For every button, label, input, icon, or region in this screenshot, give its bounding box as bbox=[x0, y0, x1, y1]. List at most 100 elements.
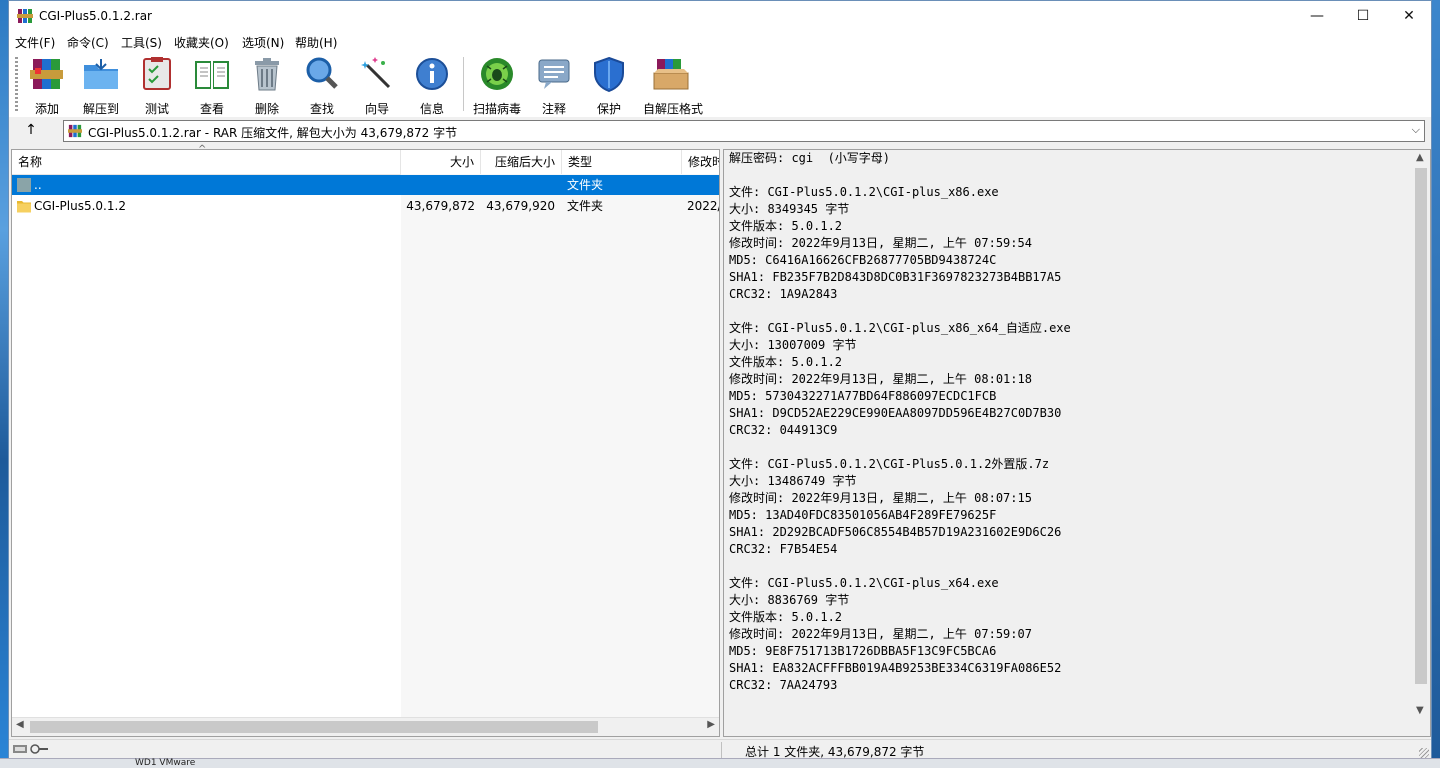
horizontal-scrollbar[interactable]: ◀ ▶ bbox=[12, 717, 719, 736]
info-label: 信息 bbox=[419, 102, 444, 116]
find-button[interactable]: 查找 bbox=[294, 55, 350, 116]
file-size: 43,679,872 bbox=[406, 199, 475, 213]
column-packed[interactable]: 压缩后大小 bbox=[481, 150, 562, 174]
add-button[interactable]: 添加 bbox=[19, 55, 75, 116]
column-name-label: 名称 bbox=[18, 155, 43, 169]
info-line: 文件: CGI-Plus5.0.1.2\CGI-Plus5.0.1.2外置版.7… bbox=[729, 457, 1050, 471]
file-list-pane: 名称 ^ 大小 压缩后大小 类型 修改时 .. 文件夹 CGI-Plus5.0.… bbox=[11, 144, 720, 737]
info-line: 文件版本: 5.0.1.2 bbox=[729, 219, 843, 233]
address-field[interactable]: CGI-Plus5.0.1.2.rar - RAR 压缩文件, 解包大小为 43… bbox=[63, 120, 1425, 142]
view-label: 查看 bbox=[199, 102, 224, 116]
file-type: 文件夹 bbox=[567, 199, 604, 213]
info-line: CRC32: 044913C9 bbox=[729, 423, 838, 437]
protect-button[interactable]: 保护 bbox=[581, 55, 637, 116]
delete-button[interactable]: 删除 bbox=[239, 55, 295, 116]
test-button[interactable]: 测试 bbox=[129, 55, 185, 116]
info-line: 解压密码: cgi (小写字母) bbox=[729, 151, 891, 165]
extract-folder-icon bbox=[84, 59, 118, 89]
comment-button[interactable]: 注释 bbox=[526, 55, 582, 116]
extract-to-button[interactable]: 解压到 bbox=[73, 55, 129, 116]
view-button[interactable]: 查看 bbox=[184, 55, 240, 116]
info-line: 修改时间: 2022年9月13日, 星期二, 上午 08:01:18 bbox=[729, 372, 1032, 386]
menu-file[interactable]: 文件(F) bbox=[15, 34, 55, 51]
column-modified[interactable]: 修改时 bbox=[682, 150, 719, 174]
scrollbar-thumb[interactable] bbox=[1415, 168, 1427, 684]
sfx-button[interactable]: 自解压格式 bbox=[643, 55, 703, 116]
menu-options[interactable]: 选项(N) bbox=[242, 34, 284, 51]
info-line: SHA1: D9CD52AE229CE990EAA8097DD596E4B27C… bbox=[729, 406, 1062, 420]
column-size[interactable]: 大小 bbox=[401, 150, 481, 174]
info-line: CRC32: 1A9A2843 bbox=[729, 287, 838, 301]
table-row[interactable]: CGI-Plus5.0.1.2 43,679,872 43,679,920 文件… bbox=[12, 196, 719, 216]
scan-virus-button[interactable]: 扫描病毒 bbox=[469, 55, 525, 116]
table-row[interactable]: .. 文件夹 bbox=[12, 175, 719, 195]
sfx-label: 自解压格式 bbox=[643, 102, 704, 116]
maximize-button[interactable]: ☐ bbox=[1340, 1, 1386, 31]
test-label: 测试 bbox=[144, 102, 169, 116]
vertical-scrollbar[interactable]: ▲ ▼ bbox=[1412, 150, 1430, 718]
drive-key-icon bbox=[13, 744, 48, 754]
info-line: 大小: 8836769 字节 bbox=[729, 593, 850, 607]
trash-icon bbox=[255, 58, 279, 91]
info-line: MD5: 9E8F751713B1726DBBA5F13C9FC5BCA6 bbox=[729, 644, 997, 658]
info-line bbox=[729, 167, 1409, 184]
folder-icon bbox=[17, 201, 31, 213]
minimize-button[interactable]: — bbox=[1294, 1, 1340, 31]
file-name: CGI-Plus5.0.1.2 bbox=[34, 199, 126, 213]
wizard-button[interactable]: 向导 bbox=[349, 55, 405, 116]
column-modified-label: 修改时 bbox=[688, 155, 719, 169]
info-line: 大小: 13007009 字节 bbox=[729, 338, 857, 352]
title-bar[interactable]: CGI-Plus5.0.1.2.rar — ☐ ✕ bbox=[9, 1, 1431, 31]
scroll-down-icon[interactable]: ▼ bbox=[1416, 705, 1424, 716]
add-label: 添加 bbox=[34, 102, 59, 116]
info-line: 文件版本: 5.0.1.2 bbox=[729, 610, 843, 624]
desktop-edge-right bbox=[1432, 0, 1440, 767]
view-book-icon bbox=[195, 61, 229, 89]
scroll-right-icon[interactable]: ▶ bbox=[707, 719, 715, 730]
info-line: 修改时间: 2022年9月13日, 星期二, 上午 08:07:15 bbox=[729, 491, 1032, 505]
close-icon: ✕ bbox=[1403, 8, 1415, 24]
column-size-label: 大小 bbox=[449, 155, 474, 169]
archive-info-pane: 解压密码: cgi (小写字母) 文件: CGI-Plus5.0.1.2\CGI-… bbox=[723, 149, 1431, 737]
parent-folder-icon bbox=[17, 178, 31, 192]
info-line bbox=[729, 439, 1409, 456]
info-button[interactable]: 信息 bbox=[404, 55, 460, 116]
chevron-down-icon[interactable]: ⌵ bbox=[1412, 123, 1420, 137]
menu-tools[interactable]: 工具(S) bbox=[121, 34, 162, 51]
scroll-left-icon[interactable]: ◀ bbox=[16, 719, 24, 730]
wizard-label: 向导 bbox=[364, 102, 389, 116]
size-column-shade bbox=[401, 174, 719, 718]
menu-favorites[interactable]: 收藏夹(O) bbox=[174, 34, 229, 51]
info-line: SHA1: FB235F7B2D843D8DC0B31F3697823273B4… bbox=[729, 270, 1062, 284]
info-line: SHA1: 2D292BCADF506C8554B4B57D19A231602E… bbox=[729, 525, 1062, 539]
scan-virus-label: 扫描病毒 bbox=[472, 102, 521, 116]
file-packed-size: 43,679,920 bbox=[486, 199, 555, 213]
column-type-label: 类型 bbox=[568, 155, 593, 169]
info-line: MD5: 13AD40FDC83501056AB4F289FE79625F bbox=[729, 508, 997, 522]
menu-command[interactable]: 命令(C) bbox=[67, 34, 109, 51]
up-folder-button[interactable]: ↑ bbox=[21, 122, 41, 142]
menu-help[interactable]: 帮助(H) bbox=[295, 34, 337, 51]
column-packed-label: 压缩后大小 bbox=[494, 155, 555, 169]
column-type[interactable]: 类型 bbox=[562, 150, 682, 174]
winrar-window: CGI-Plus5.0.1.2.rar — ☐ ✕ 文件(F) 命令(C) 工具… bbox=[8, 0, 1432, 760]
shield-icon bbox=[594, 56, 624, 93]
scrollbar-thumb[interactable] bbox=[30, 721, 598, 733]
info-line bbox=[729, 558, 1409, 575]
address-bar: ↑ CGI-Plus5.0.1.2.rar - RAR 压缩文件, 解包大小为 … bbox=[9, 117, 1431, 147]
status-divider bbox=[721, 742, 722, 758]
archive-comment-text[interactable]: 解压密码: cgi (小写字母) 文件: CGI-Plus5.0.1.2\CGI-… bbox=[729, 150, 1409, 718]
file-name: .. bbox=[34, 178, 42, 192]
column-name[interactable]: 名称 bbox=[12, 150, 401, 174]
toolbar-grip[interactable] bbox=[15, 57, 18, 111]
protect-label: 保护 bbox=[596, 102, 621, 116]
info-line bbox=[729, 303, 1409, 320]
window-title: CGI-Plus5.0.1.2.rar bbox=[39, 9, 152, 23]
extract-to-label: 解压到 bbox=[82, 102, 119, 116]
toolbar-separator bbox=[463, 57, 464, 111]
info-line: CRC32: F7B54E54 bbox=[729, 542, 838, 556]
info-line: 修改时间: 2022年9月13日, 星期二, 上午 07:59:54 bbox=[729, 236, 1032, 250]
scroll-up-icon[interactable]: ▲ bbox=[1416, 152, 1424, 163]
close-button[interactable]: ✕ bbox=[1386, 1, 1432, 31]
resize-grip[interactable] bbox=[1419, 748, 1429, 758]
